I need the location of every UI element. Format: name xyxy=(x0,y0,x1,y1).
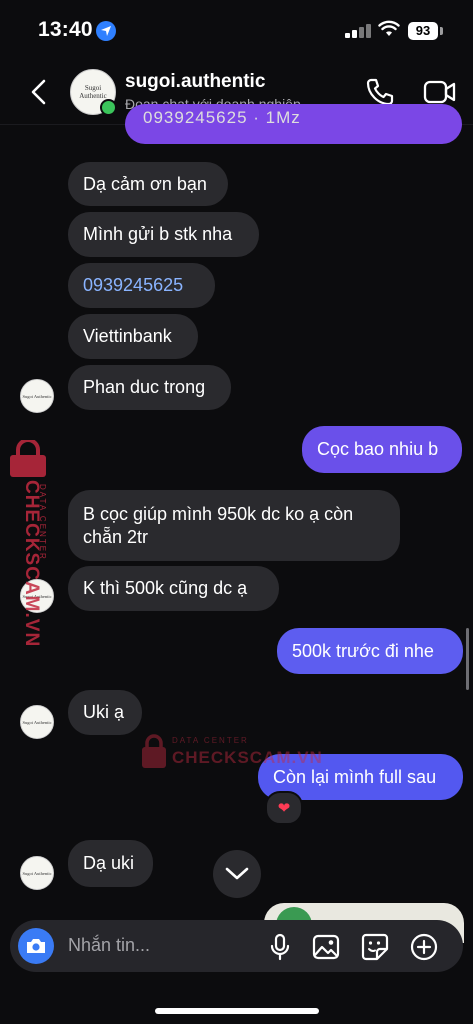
lock-icon xyxy=(142,734,166,768)
lock-icon xyxy=(10,440,46,477)
status-bar: 13:40 93 xyxy=(0,0,473,62)
image-icon[interactable] xyxy=(312,933,340,961)
location-arrow-icon xyxy=(96,21,116,41)
incoming-message[interactable]: Dạ uki xyxy=(68,840,153,887)
outgoing-message[interactable]: Cọc bao nhiu b xyxy=(302,426,462,473)
status-time: 13:40 xyxy=(38,18,93,41)
previous-outgoing-message[interactable]: 0939245625 · 1Mz xyxy=(125,104,462,144)
battery-icon xyxy=(440,27,443,35)
message-composer: Nhắn tin... xyxy=(10,920,463,972)
camera-icon xyxy=(27,939,45,953)
checkscam-watermark-vertical: CHECKSCAM.VN DATA CENTER xyxy=(6,440,50,650)
incoming-message[interactable]: B cọc giúp mình 950k dc ko ạ còn chẵn 2t… xyxy=(68,490,400,561)
microphone-icon[interactable] xyxy=(268,933,292,961)
cellular-signal-icon xyxy=(345,24,373,38)
incoming-message[interactable]: Mình gửi b stk nha xyxy=(68,212,259,257)
incoming-message[interactable]: Viettinbank xyxy=(68,314,198,359)
battery-level: 93 xyxy=(408,22,438,40)
incoming-message[interactable]: Dạ cảm ơn bạn xyxy=(68,162,228,206)
home-indicator[interactable] xyxy=(155,1008,319,1014)
heart-reaction[interactable]: ❤ xyxy=(265,791,303,825)
camera-button[interactable] xyxy=(18,928,54,964)
wifi-icon xyxy=(378,20,400,36)
scrollbar[interactable] xyxy=(466,628,469,690)
incoming-message[interactable]: Phan duc trong xyxy=(68,365,231,410)
sender-avatar[interactable]: Sugoi Authentic xyxy=(20,379,54,413)
back-chevron-icon[interactable] xyxy=(26,76,54,108)
online-status-dot xyxy=(100,99,117,116)
contact-name[interactable]: sugoi.authentic xyxy=(125,71,265,93)
sender-avatar[interactable]: Sugoi Authentic xyxy=(20,705,54,739)
message-input[interactable]: Nhắn tin... xyxy=(68,935,150,956)
scroll-to-bottom-button[interactable] xyxy=(213,850,261,898)
sticker-icon[interactable] xyxy=(361,933,389,961)
video-camera-icon[interactable] xyxy=(423,77,457,107)
incoming-message[interactable]: K thì 500k cũng dc ạ xyxy=(68,566,279,611)
incoming-message-phone-link[interactable]: 0939245625 xyxy=(68,263,215,308)
incoming-message[interactable]: Uki ạ xyxy=(68,690,142,735)
outgoing-message[interactable]: 500k trước đi nhe xyxy=(277,628,463,674)
chevron-down-icon xyxy=(225,867,249,880)
checkscam-watermark-center: DATA CENTER CHECKSCAM.VN xyxy=(140,734,322,774)
plus-circle-icon[interactable] xyxy=(410,933,438,961)
sender-avatar[interactable]: Sugoi Authentic xyxy=(20,856,54,890)
